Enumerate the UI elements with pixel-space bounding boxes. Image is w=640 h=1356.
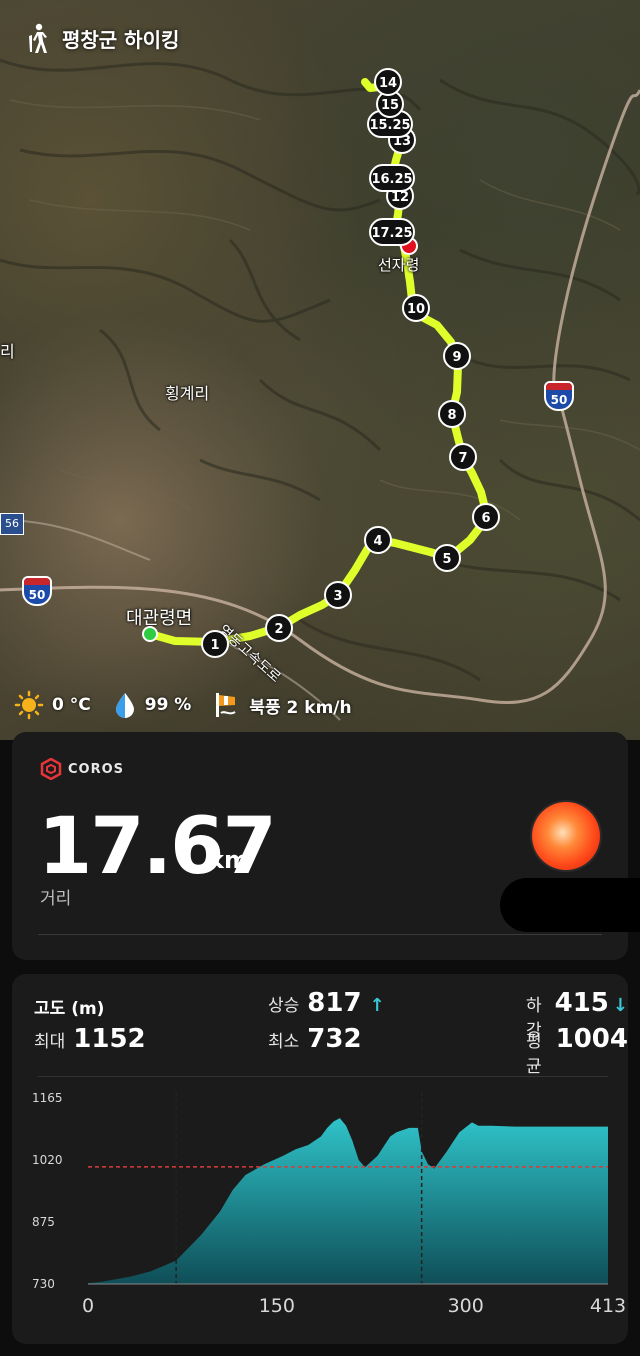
descent-value: 415 bbox=[554, 988, 609, 1018]
ascent-value: 817 bbox=[307, 988, 362, 1018]
km-marker-label: 1 bbox=[210, 638, 219, 653]
elevation-title: 고도 (m) bbox=[34, 994, 104, 1019]
coros-hexagon-icon bbox=[40, 758, 62, 780]
user-avatar[interactable] bbox=[532, 802, 600, 870]
km-marker[interactable]: 3 bbox=[324, 581, 352, 609]
weather-humidity: 99 % bbox=[113, 691, 192, 719]
start-marker[interactable] bbox=[142, 626, 158, 642]
x-tick-label: 413 bbox=[590, 1295, 626, 1317]
km-marker[interactable]: 8 bbox=[438, 400, 466, 428]
km-marker-label: 15.25 bbox=[369, 118, 410, 133]
stat-average: 평균 1004 bbox=[526, 1024, 628, 1077]
y-tick-label: 875 bbox=[32, 1215, 55, 1229]
x-tick-label: 300 bbox=[448, 1295, 484, 1317]
coros-logo: COROS bbox=[40, 758, 124, 780]
elevation-area bbox=[88, 1118, 608, 1284]
km-marker-label: 4 bbox=[373, 534, 382, 549]
km-marker-label: 3 bbox=[333, 589, 342, 604]
km-marker[interactable]: 10 bbox=[402, 294, 430, 322]
temperature-value: 0 °C bbox=[52, 695, 91, 715]
avg-value: 1004 bbox=[555, 1024, 628, 1054]
x-tick-label: 150 bbox=[259, 1295, 295, 1317]
km-marker-label: 6 bbox=[481, 511, 490, 526]
wind-value: 북풍 2 km/h bbox=[249, 697, 352, 718]
km-marker[interactable]: 1 bbox=[201, 630, 229, 658]
km-marker[interactable]: 17.25 bbox=[369, 218, 415, 246]
elevation-title-label: 고도 (m) bbox=[34, 999, 105, 1019]
route-markers-layer: 1234567891017.251216.251315.251514 bbox=[142, 68, 500, 658]
km-marker[interactable]: 5 bbox=[433, 544, 461, 572]
km-marker[interactable]: 9 bbox=[443, 342, 471, 370]
min-label: 최소 bbox=[268, 1032, 300, 1052]
elevation-divider bbox=[38, 1076, 608, 1077]
windsock-icon bbox=[216, 693, 236, 717]
arrow-up-icon: ↑ bbox=[369, 995, 385, 1016]
max-value: 1152 bbox=[73, 1024, 146, 1054]
arrow-down-icon: ↓ bbox=[612, 995, 628, 1016]
km-marker[interactable]: 2 bbox=[265, 614, 293, 642]
route-map[interactable]: 50 50 56 리 횡계리 대관령면 영동고속도로 선자령 123456789… bbox=[0, 0, 640, 740]
coros-summary-card: COROS 17.67 km 거리 bbox=[12, 732, 640, 960]
y-tick-label: 730 bbox=[32, 1277, 55, 1291]
hiker-icon bbox=[29, 23, 47, 53]
km-marker[interactable]: 7 bbox=[449, 443, 477, 471]
y-axis: 1165 1020 875 730 bbox=[32, 1091, 63, 1291]
weather-bar: 0 °C 99 % 북풍 2 km/h bbox=[14, 690, 374, 720]
app-header: 평창군 하이킹 bbox=[26, 22, 179, 54]
redacted-area bbox=[500, 878, 640, 932]
x-axis: 0 150 300 413 bbox=[82, 1295, 626, 1317]
weather-wind: 북풍 2 km/h bbox=[213, 691, 352, 719]
avg-label: 평균 bbox=[526, 1032, 542, 1077]
y-tick-label: 1020 bbox=[32, 1153, 63, 1167]
km-marker-label: 14 bbox=[379, 76, 397, 91]
km-marker-label: 8 bbox=[447, 408, 456, 423]
km-marker[interactable]: 6 bbox=[472, 503, 500, 531]
km-marker-label: 16.25 bbox=[371, 172, 412, 187]
km-marker-label: 15 bbox=[381, 98, 399, 113]
km-marker-label: 7 bbox=[458, 451, 467, 466]
stat-min: 최소 732 bbox=[268, 1024, 362, 1054]
km-marker-label: 5 bbox=[442, 552, 451, 567]
ascent-label: 상승 bbox=[268, 996, 300, 1016]
y-tick-label: 1165 bbox=[32, 1091, 63, 1105]
stat-max: 최대 1152 bbox=[34, 1024, 146, 1054]
km-markers: 1234567891017.251216.251315.251514 bbox=[201, 68, 500, 658]
min-value: 732 bbox=[307, 1024, 362, 1054]
km-marker-label: 10 bbox=[407, 302, 425, 317]
km-marker[interactable]: 4 bbox=[364, 526, 392, 554]
water-drop-icon bbox=[115, 693, 134, 718]
activity-title: 평창군 하이킹 bbox=[62, 27, 180, 52]
sun-icon bbox=[14, 690, 44, 720]
elevation-card: 고도 (m) 최대 1152 상승 817 ↑ 최소 732 하강 415 ↓ … bbox=[12, 974, 628, 1344]
km-marker[interactable]: 16.25 bbox=[369, 164, 415, 192]
elevation-chart[interactable]: 1165 1020 875 730 0 150 300 413 bbox=[12, 1084, 628, 1334]
humidity-value: 99 % bbox=[144, 695, 192, 715]
coros-logo-text: COROS bbox=[68, 761, 125, 777]
card-divider bbox=[38, 934, 602, 935]
km-marker-label: 17.25 bbox=[371, 226, 412, 241]
distance-label: 거리 bbox=[40, 889, 72, 909]
max-label: 최대 bbox=[34, 1032, 66, 1052]
km-marker-label: 9 bbox=[452, 350, 461, 365]
km-marker[interactable]: 14 bbox=[374, 68, 402, 96]
x-tick-label: 0 bbox=[82, 1295, 94, 1317]
km-marker-label: 12 bbox=[391, 190, 409, 205]
weather-temperature: 0 °C bbox=[14, 690, 91, 720]
stat-ascent: 상승 817 ↑ bbox=[268, 988, 385, 1018]
km-marker-label: 2 bbox=[274, 622, 283, 637]
distance-unit: km bbox=[208, 846, 249, 874]
